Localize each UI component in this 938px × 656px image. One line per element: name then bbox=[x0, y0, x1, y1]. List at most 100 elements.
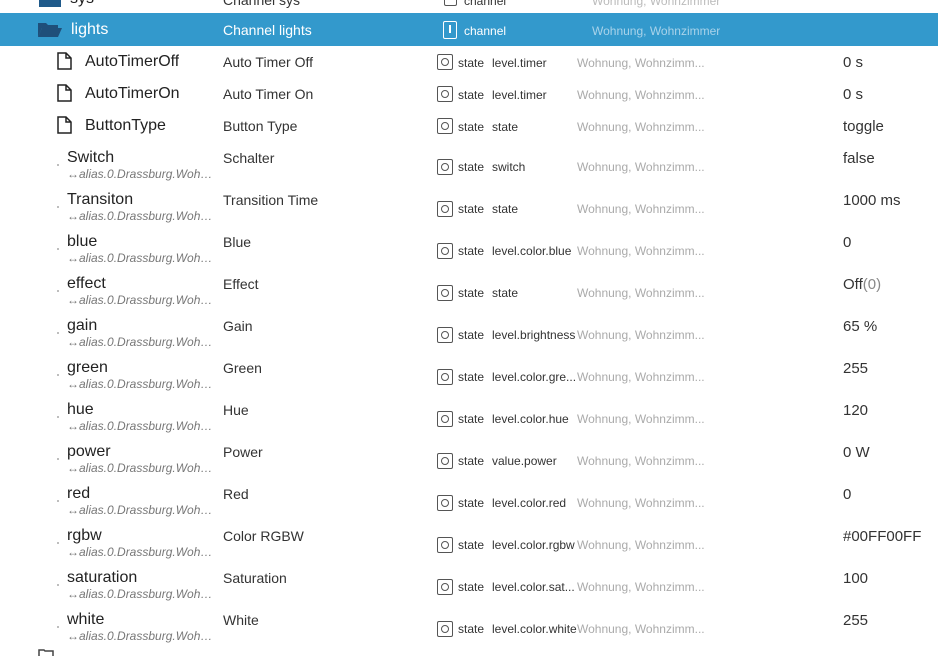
object-room: Wohnung, Wohnzimm... bbox=[577, 328, 705, 342]
object-type: channel bbox=[464, 0, 507, 8]
tree-row-sys[interactable]: sys Channel sys channel Wohnung, Wohnzim… bbox=[0, 0, 938, 10]
tree-connector-dot bbox=[57, 416, 59, 418]
object-type: state bbox=[458, 538, 485, 552]
value-text: 255 bbox=[843, 612, 869, 629]
channel-icon bbox=[443, 21, 457, 39]
object-name: sys bbox=[70, 0, 94, 8]
object-role: switch bbox=[492, 160, 526, 174]
object-display-name: Auto Timer On bbox=[223, 86, 314, 102]
alias-link[interactable]: ↔alias.0.Drassburg.Wohnung bbox=[67, 545, 219, 559]
file-icon bbox=[57, 52, 72, 70]
value-text: 255 bbox=[843, 360, 869, 377]
object-room: Wohnung, Wohnzimm... bbox=[577, 244, 705, 258]
object-value[interactable]: toggle bbox=[843, 118, 935, 135]
object-type: state bbox=[458, 412, 485, 426]
object-value[interactable]: 1000 ms bbox=[843, 192, 935, 209]
object-name: AutoTimerOff bbox=[85, 53, 180, 70]
object-role: level.color.rgbw bbox=[492, 538, 575, 552]
alias-link[interactable]: ↔alias.0.Drassburg.Wohnung bbox=[67, 629, 219, 643]
folder-open-icon bbox=[38, 23, 62, 37]
object-role: level.timer bbox=[492, 56, 547, 70]
object-type: state bbox=[458, 622, 485, 636]
object-value[interactable]: 255 bbox=[843, 612, 935, 629]
object-display-name: Channel lights bbox=[223, 22, 312, 38]
tree-row-alias-state[interactable]: saturation ↔alias.0.Drassburg.Wohnung Sa… bbox=[0, 566, 938, 608]
object-room: Wohnung, Wohnzimmer bbox=[592, 0, 721, 8]
tree-connector-dot bbox=[57, 626, 59, 628]
tree-row-alias-state[interactable]: Transiton ↔alias.0.Drassburg.Wohnung Tra… bbox=[0, 188, 938, 230]
tree-row-lights-selected[interactable]: lights Channel lights channel Wohnung, W… bbox=[0, 13, 938, 46]
tree-connector-dot bbox=[57, 290, 59, 292]
alias-link[interactable]: ↔alias.0.Drassburg.Wohnung bbox=[67, 503, 219, 517]
alias-link[interactable]: ↔alias.0.Drassburg.Wohnung bbox=[67, 335, 219, 349]
object-value[interactable]: 65 % bbox=[843, 318, 935, 335]
object-role: level.timer bbox=[492, 88, 547, 102]
folder-icon bbox=[39, 0, 61, 7]
tree-row-alias-state[interactable]: Switch ↔alias.0.Drassburg.Wohnung Schalt… bbox=[0, 146, 938, 188]
alias-link[interactable]: ↔alias.0.Drassburg.Wohnung bbox=[67, 587, 219, 601]
object-type: state bbox=[458, 580, 485, 594]
object-value[interactable]: Off(0) bbox=[843, 276, 935, 293]
file-icon bbox=[57, 84, 72, 102]
object-role: state bbox=[492, 202, 519, 216]
alias-link[interactable]: ↔alias.0.Drassburg.Wohnung bbox=[67, 377, 219, 391]
tree-row-alias-state[interactable]: red ↔alias.0.Drassburg.Wohnung Red state… bbox=[0, 482, 938, 524]
tree-row-alias-state[interactable]: power ↔alias.0.Drassburg.Wohnung Power s… bbox=[0, 440, 938, 482]
tree-connector-dot bbox=[57, 248, 59, 250]
tree-connector-dot bbox=[57, 500, 59, 502]
state-type-icon bbox=[437, 621, 453, 637]
tree-row-alias-state[interactable]: hue ↔alias.0.Drassburg.Wohnung Hue state… bbox=[0, 398, 938, 440]
tree-row-alias-state[interactable]: effect ↔alias.0.Drassburg.Wohnung Effect… bbox=[0, 272, 938, 314]
object-type: state bbox=[458, 244, 485, 258]
tree-row-alias-state[interactable]: blue ↔alias.0.Drassburg.Wohnung Blue sta… bbox=[0, 230, 938, 272]
alias-link[interactable]: ↔alias.0.Drassburg.Wohnung bbox=[67, 461, 219, 475]
alias-link[interactable]: ↔alias.0.Drassburg.Wohnung bbox=[67, 209, 219, 223]
object-name: gain bbox=[67, 317, 98, 334]
object-value[interactable]: false bbox=[843, 150, 935, 167]
object-display-name: Blue bbox=[223, 234, 252, 250]
object-type: channel bbox=[464, 24, 507, 38]
object-value[interactable]: #00FF00FF bbox=[843, 528, 935, 545]
state-type-icon bbox=[437, 243, 453, 259]
object-value[interactable]: 0 s bbox=[843, 86, 935, 103]
value-suffix: (0) bbox=[862, 276, 882, 293]
object-display-name: Power bbox=[223, 444, 263, 460]
object-display-name: Gain bbox=[223, 318, 253, 334]
object-room: Wohnung, Wohnzimm... bbox=[577, 202, 705, 216]
object-name: ButtonType bbox=[85, 117, 166, 134]
tree-row-file[interactable]: ButtonType Button Type state state Wohnu… bbox=[0, 110, 938, 142]
object-type: state bbox=[458, 56, 485, 70]
value-text: 0 W bbox=[843, 444, 870, 461]
folder-icon bbox=[38, 649, 54, 656]
object-role: state bbox=[492, 286, 519, 300]
value-text: 65 % bbox=[843, 318, 878, 335]
object-value[interactable]: 0 s bbox=[843, 54, 935, 71]
object-value[interactable]: 0 W bbox=[843, 444, 935, 461]
alias-link[interactable]: ↔alias.0.Drassburg.Wohnung bbox=[67, 167, 219, 181]
alias-link[interactable]: ↔alias.0.Drassburg.Wohnung bbox=[67, 419, 219, 433]
alias-link[interactable]: ↔alias.0.Drassburg.Wohnung bbox=[67, 251, 219, 265]
object-room: Wohnung, Wohnzimm... bbox=[577, 370, 705, 384]
object-room: Wohnung, Wohnzimm... bbox=[577, 286, 705, 300]
object-role: level.color.hue bbox=[492, 412, 569, 426]
object-type: state bbox=[458, 160, 485, 174]
tree-row-alias-state[interactable]: rgbw ↔alias.0.Drassburg.Wohnung Color RG… bbox=[0, 524, 938, 566]
object-type: state bbox=[458, 88, 485, 102]
alias-link[interactable]: ↔alias.0.Drassburg.Wohnung bbox=[67, 293, 219, 307]
object-display-name: Button Type bbox=[223, 118, 298, 134]
tree-row-alias-state[interactable]: white ↔alias.0.Drassburg.Wohnung White s… bbox=[0, 608, 938, 650]
object-room: Wohnung, Wohnzimm... bbox=[577, 412, 705, 426]
state-type-icon bbox=[437, 411, 453, 427]
object-value[interactable]: 0 bbox=[843, 234, 935, 251]
tree-row-file[interactable]: AutoTimerOn Auto Timer On state level.ti… bbox=[0, 78, 938, 110]
tree-row-alias-state[interactable]: green ↔alias.0.Drassburg.Wohnung Green s… bbox=[0, 356, 938, 398]
object-name: saturation bbox=[67, 569, 138, 586]
object-display-name: Green bbox=[223, 360, 262, 376]
object-value[interactable]: 0 bbox=[843, 486, 935, 503]
tree-row-file[interactable]: AutoTimerOff Auto Timer Off state level.… bbox=[0, 46, 938, 78]
object-display-name: Schalter bbox=[223, 150, 275, 166]
tree-row-alias-state[interactable]: gain ↔alias.0.Drassburg.Wohnung Gain sta… bbox=[0, 314, 938, 356]
object-value[interactable]: 255 bbox=[843, 360, 935, 377]
object-value[interactable]: 100 bbox=[843, 570, 935, 587]
object-value[interactable]: 120 bbox=[843, 402, 935, 419]
